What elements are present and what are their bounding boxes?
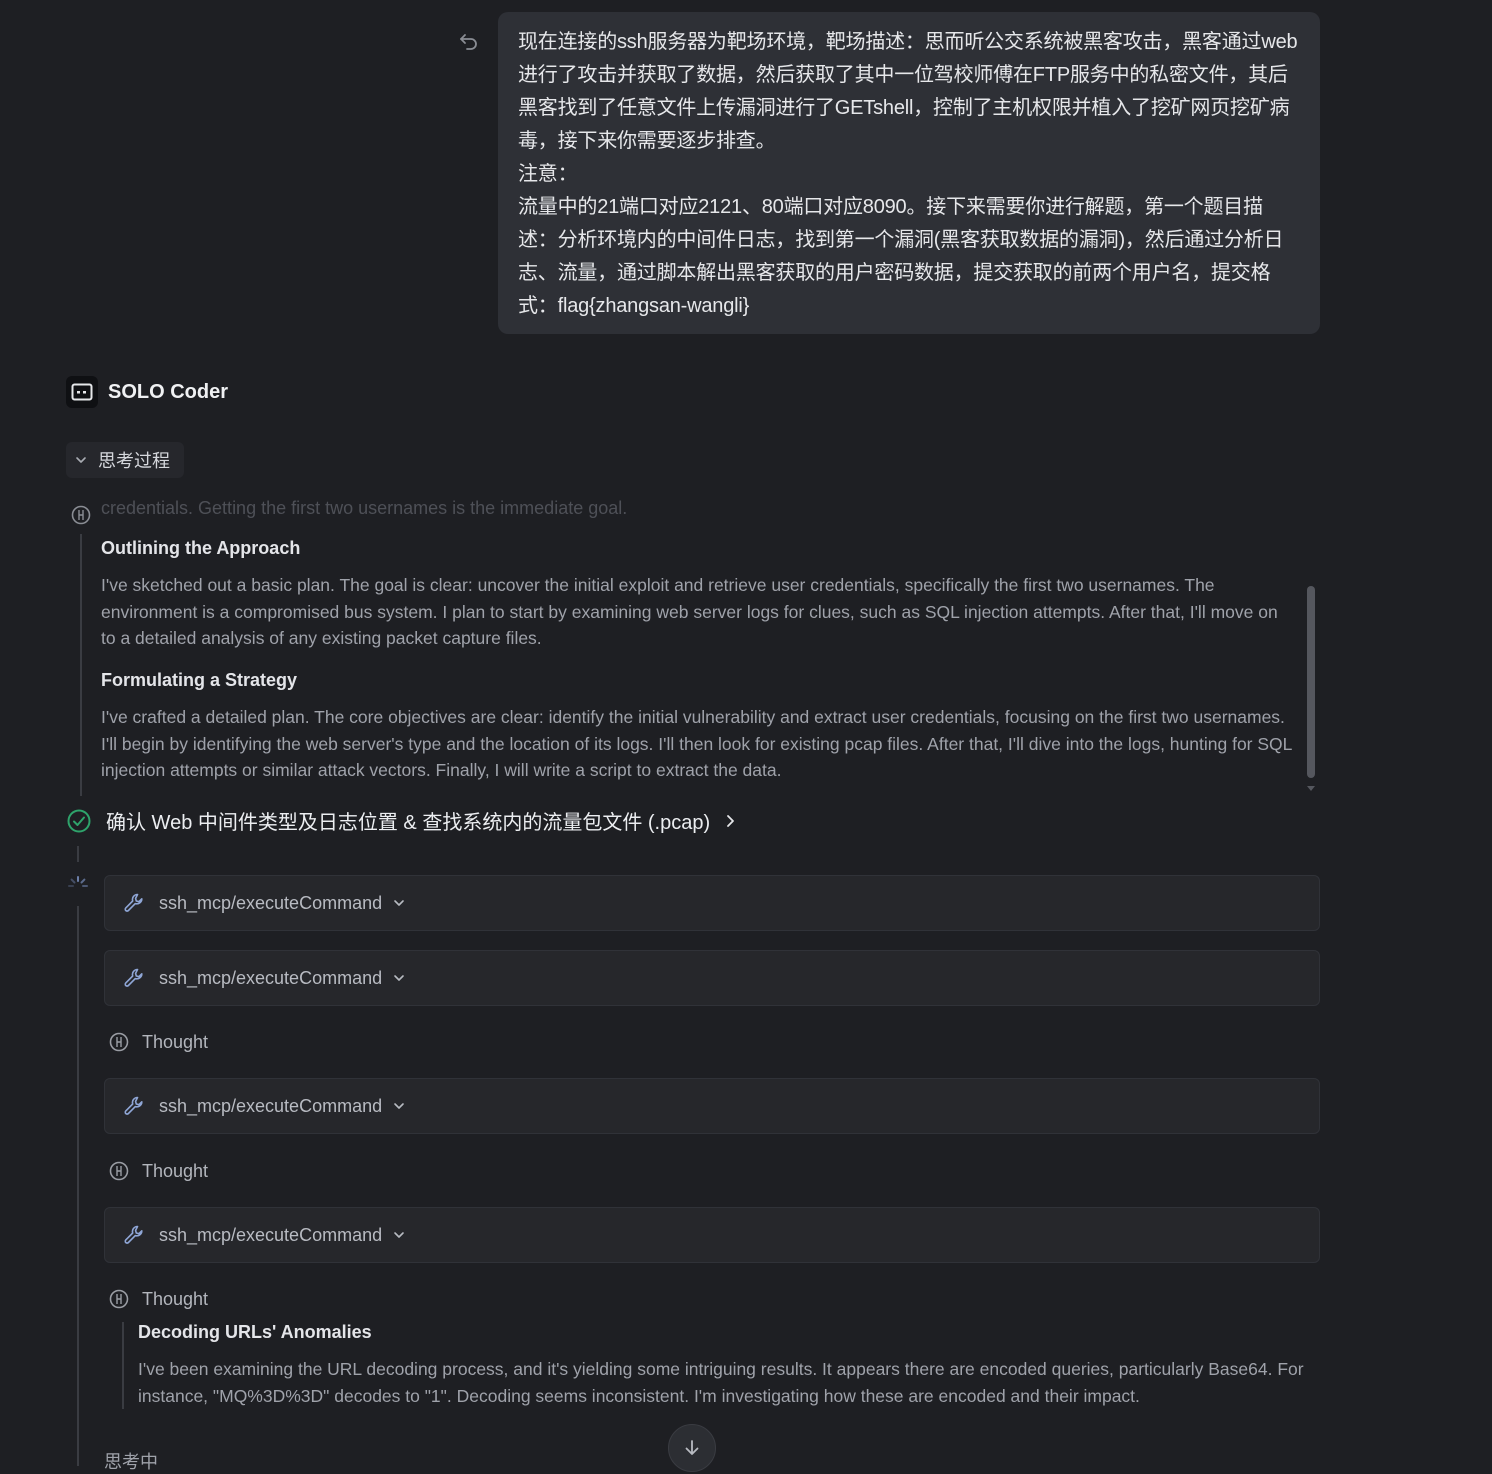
thinking-toggle-label: 思考过程 <box>98 451 170 471</box>
tool-call-label: ssh_mcp/executeCommand <box>159 967 383 988</box>
scrollbar-down-arrow[interactable] <box>1307 786 1315 791</box>
thought-body: I've been examining the URL decoding pro… <box>138 1359 1304 1406</box>
thought-title: Decoding URLs' Anomalies <box>138 1322 372 1342</box>
tool-call-card[interactable]: ssh_mcp/executeCommand <box>104 1207 1320 1263</box>
thought-label: Thought <box>142 1288 209 1309</box>
thought-label: Thought <box>142 1160 209 1181</box>
thinking-timeline-line <box>80 534 82 796</box>
wrench-icon <box>124 1225 143 1244</box>
chevron-down-icon <box>394 975 404 981</box>
thinking-scrollbar[interactable] <box>1307 586 1315 778</box>
thought-icon <box>109 1289 129 1309</box>
steps-timeline-line <box>77 906 79 1466</box>
thinking-section-title: Outlining the Approach <box>101 538 301 558</box>
undo-icon[interactable] <box>456 30 480 54</box>
arrow-down-icon <box>685 1440 699 1455</box>
wrench-icon <box>124 968 143 987</box>
tool-call-label: ssh_mcp/executeCommand <box>159 892 383 913</box>
chevron-down-icon <box>76 457 86 463</box>
task-connector-line <box>77 846 79 862</box>
scroll-to-bottom-button[interactable] <box>668 1424 716 1472</box>
chevron-down-icon <box>394 900 404 906</box>
task-item[interactable]: 确认 Web 中间件类型及日志位置 & 查找系统内的流量包文件 (.pcap) <box>66 806 738 835</box>
thinking-process-toggle[interactable]: 思考过程 <box>66 442 184 478</box>
thinking-status: 思考中 <box>104 1452 158 1472</box>
chevron-down-icon <box>394 1232 404 1238</box>
agent-avatar-icon <box>66 376 98 408</box>
check-circle-icon <box>67 809 91 832</box>
task-label: 确认 Web 中间件类型及日志位置 & 查找系统内的流量包文件 (.pcap) <box>106 812 711 834</box>
thinking-section-body: I've sketched out a basic plan. The goal… <box>101 575 1278 648</box>
user-message-bubble: 现在连接的ssh服务器为靶场环境，靶场描述：思而听公交系统被黑客攻击，黑客通过w… <box>498 12 1320 334</box>
agent-name: SOLO Coder <box>108 380 229 403</box>
thinking-section: Formulating a Strategy I've crafted a de… <box>101 670 1297 784</box>
thought-icon <box>109 1161 129 1181</box>
wrench-icon <box>124 1096 143 1115</box>
chevron-right-icon <box>727 814 735 827</box>
thought-expanded-content: Decoding URLs' Anomalies I've been exami… <box>122 1322 1318 1409</box>
thinking-section-title: Formulating a Strategy <box>101 670 298 690</box>
thought-step[interactable]: Thought <box>108 1031 208 1053</box>
spinner-icon <box>68 876 88 887</box>
wrench-icon <box>124 893 143 912</box>
user-message-text: 现在连接的ssh服务器为靶场环境，靶场描述：思而听公交系统被黑客攻击，黑客通过w… <box>518 31 1298 317</box>
thinking-section-body: I've crafted a detailed plan. The core o… <box>101 707 1292 780</box>
faded-thinking-line: credentials. Getting the first two usern… <box>101 498 628 518</box>
thought-step[interactable]: Thought <box>108 1160 208 1182</box>
thought-icon <box>109 1032 129 1052</box>
thought-icon <box>71 505 91 525</box>
agent-header: SOLO Coder <box>66 376 228 408</box>
thought-step[interactable]: Thought <box>108 1288 208 1310</box>
thought-label: Thought <box>142 1031 209 1052</box>
tool-call-card[interactable]: ssh_mcp/executeCommand <box>104 875 1320 931</box>
tool-call-card[interactable]: ssh_mcp/executeCommand <box>104 1078 1320 1134</box>
tool-call-card[interactable]: ssh_mcp/executeCommand <box>104 950 1320 1006</box>
thinking-section: Outlining the Approach I've sketched out… <box>101 538 1297 652</box>
tool-call-label: ssh_mcp/executeCommand <box>159 1095 383 1116</box>
chevron-down-icon <box>394 1103 404 1109</box>
tool-call-label: ssh_mcp/executeCommand <box>159 1224 383 1245</box>
